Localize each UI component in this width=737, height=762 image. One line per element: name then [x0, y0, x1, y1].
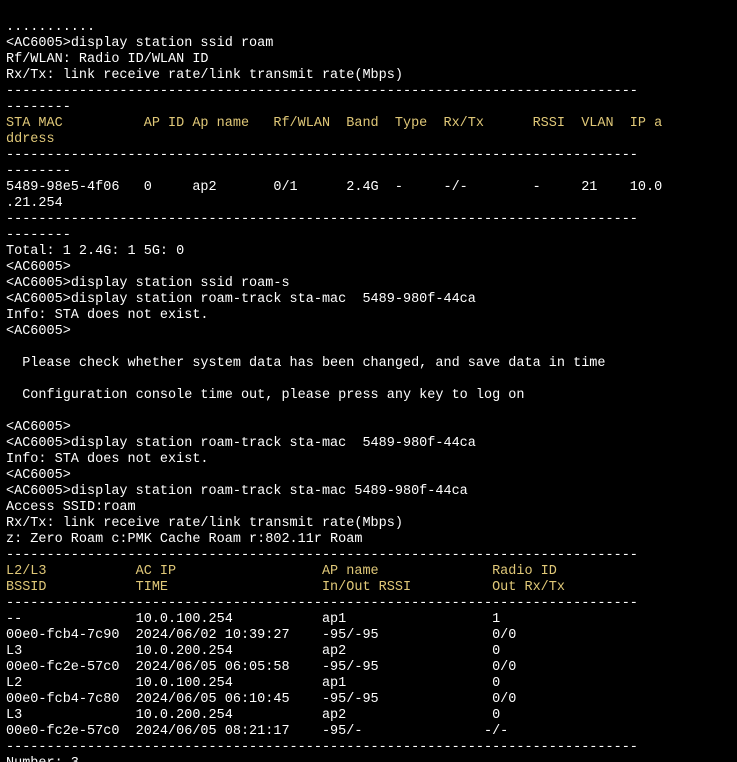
roam-track-row: L3 10.0.200.254 ap2 0 — [6, 708, 500, 723]
prompt-2: <AC6005> — [6, 260, 71, 275]
prompt-1: <AC6005> — [6, 36, 71, 51]
number-line: Number: 3 — [6, 756, 79, 762]
prompt-3: <AC6005> — [6, 276, 71, 291]
prompt-9: <AC6005> — [6, 484, 71, 499]
header-rfwlan: Rf/WLAN: Radio ID/WLAN ID — [6, 52, 209, 67]
divider: ----------------------------------------… — [6, 548, 638, 563]
info-sta-not-exist-2: Info: STA does not exist. — [6, 452, 209, 467]
roam-track-row: L2 10.0.100.254 ap1 0 — [6, 676, 500, 691]
cmd-display-roam-track-1: display station roam-track sta-mac 5489-… — [71, 292, 476, 307]
divider: ----------------------------------------… — [6, 740, 638, 755]
roam-track-header-1: L2/L3 AC IP AP name Radio ID — [6, 564, 557, 579]
rxtx-legend: Rx/Tx: link receive rate/link transmit r… — [6, 516, 403, 531]
warning-save-data: Please check whether system data has bee… — [6, 356, 606, 371]
total-line: Total: 1 2.4G: 1 5G: 0 — [6, 244, 184, 259]
roam-track-row: 00e0-fcb4-7c80 2024/06/05 06:10:45 -95/-… — [6, 692, 516, 707]
warning-timeout: Configuration console time out, please p… — [6, 388, 524, 403]
info-sta-not-exist: Info: STA does not exist. — [6, 308, 209, 323]
divider-short: -------- — [6, 228, 71, 243]
prompt-4: <AC6005> — [6, 292, 71, 307]
divider: ----------------------------------------… — [6, 148, 638, 163]
roam-track-row: L3 10.0.200.254 ap2 0 — [6, 644, 500, 659]
roam-track-header-2: BSSID TIME In/Out RSSI Out Rx/Tx — [6, 580, 565, 595]
roam-track-row: 00e0-fcb4-7c90 2024/06/02 10:39:27 -95/-… — [6, 628, 516, 643]
cmd-display-ssid-roam: display station ssid roam — [71, 36, 274, 51]
prompt-5: <AC6005> — [6, 324, 71, 339]
terminal-output[interactable]: ........... <AC6005>display station ssid… — [0, 0, 737, 762]
top-garbled-line: ........... — [6, 20, 95, 35]
header-rxtx: Rx/Tx: link receive rate/link transmit r… — [6, 68, 403, 83]
divider: ----------------------------------------… — [6, 84, 638, 99]
access-ssid-line: Access SSID:roam — [6, 500, 136, 515]
prompt-7: <AC6005> — [6, 436, 71, 451]
station-table-row-wrap: .21.254 — [6, 196, 63, 211]
divider-short: -------- — [6, 164, 71, 179]
station-table-header: STA MAC AP ID Ap name Rf/WLAN Band Type … — [6, 116, 662, 131]
prompt-6: <AC6005> — [6, 420, 71, 435]
roam-track-row: -- 10.0.100.254 ap1 1 — [6, 612, 500, 627]
cmd-display-roam-track-2: display station roam-track sta-mac 5489-… — [71, 436, 476, 451]
roam-track-row: 00e0-fc2e-57c0 2024/06/05 06:05:58 -95/-… — [6, 660, 516, 675]
prompt-8: <AC6005> — [6, 468, 71, 483]
divider: ----------------------------------------… — [6, 596, 638, 611]
station-table-header-wrap: ddress — [6, 132, 55, 147]
cmd-display-roam-track-3: display station roam-track sta-mac 5489-… — [71, 484, 468, 499]
roam-type-legend: z: Zero Roam c:PMK Cache Roam r:802.11r … — [6, 532, 362, 547]
roam-track-row: 00e0-fc2e-57c0 2024/06/05 08:21:17 -95/-… — [6, 724, 508, 739]
divider: ----------------------------------------… — [6, 212, 638, 227]
station-table-row: 5489-98e5-4f06 0 ap2 0/1 2.4G - -/- - 21… — [6, 180, 662, 195]
cmd-display-ssid-roam-s: display station ssid roam-s — [71, 276, 290, 291]
divider-short: -------- — [6, 100, 71, 115]
